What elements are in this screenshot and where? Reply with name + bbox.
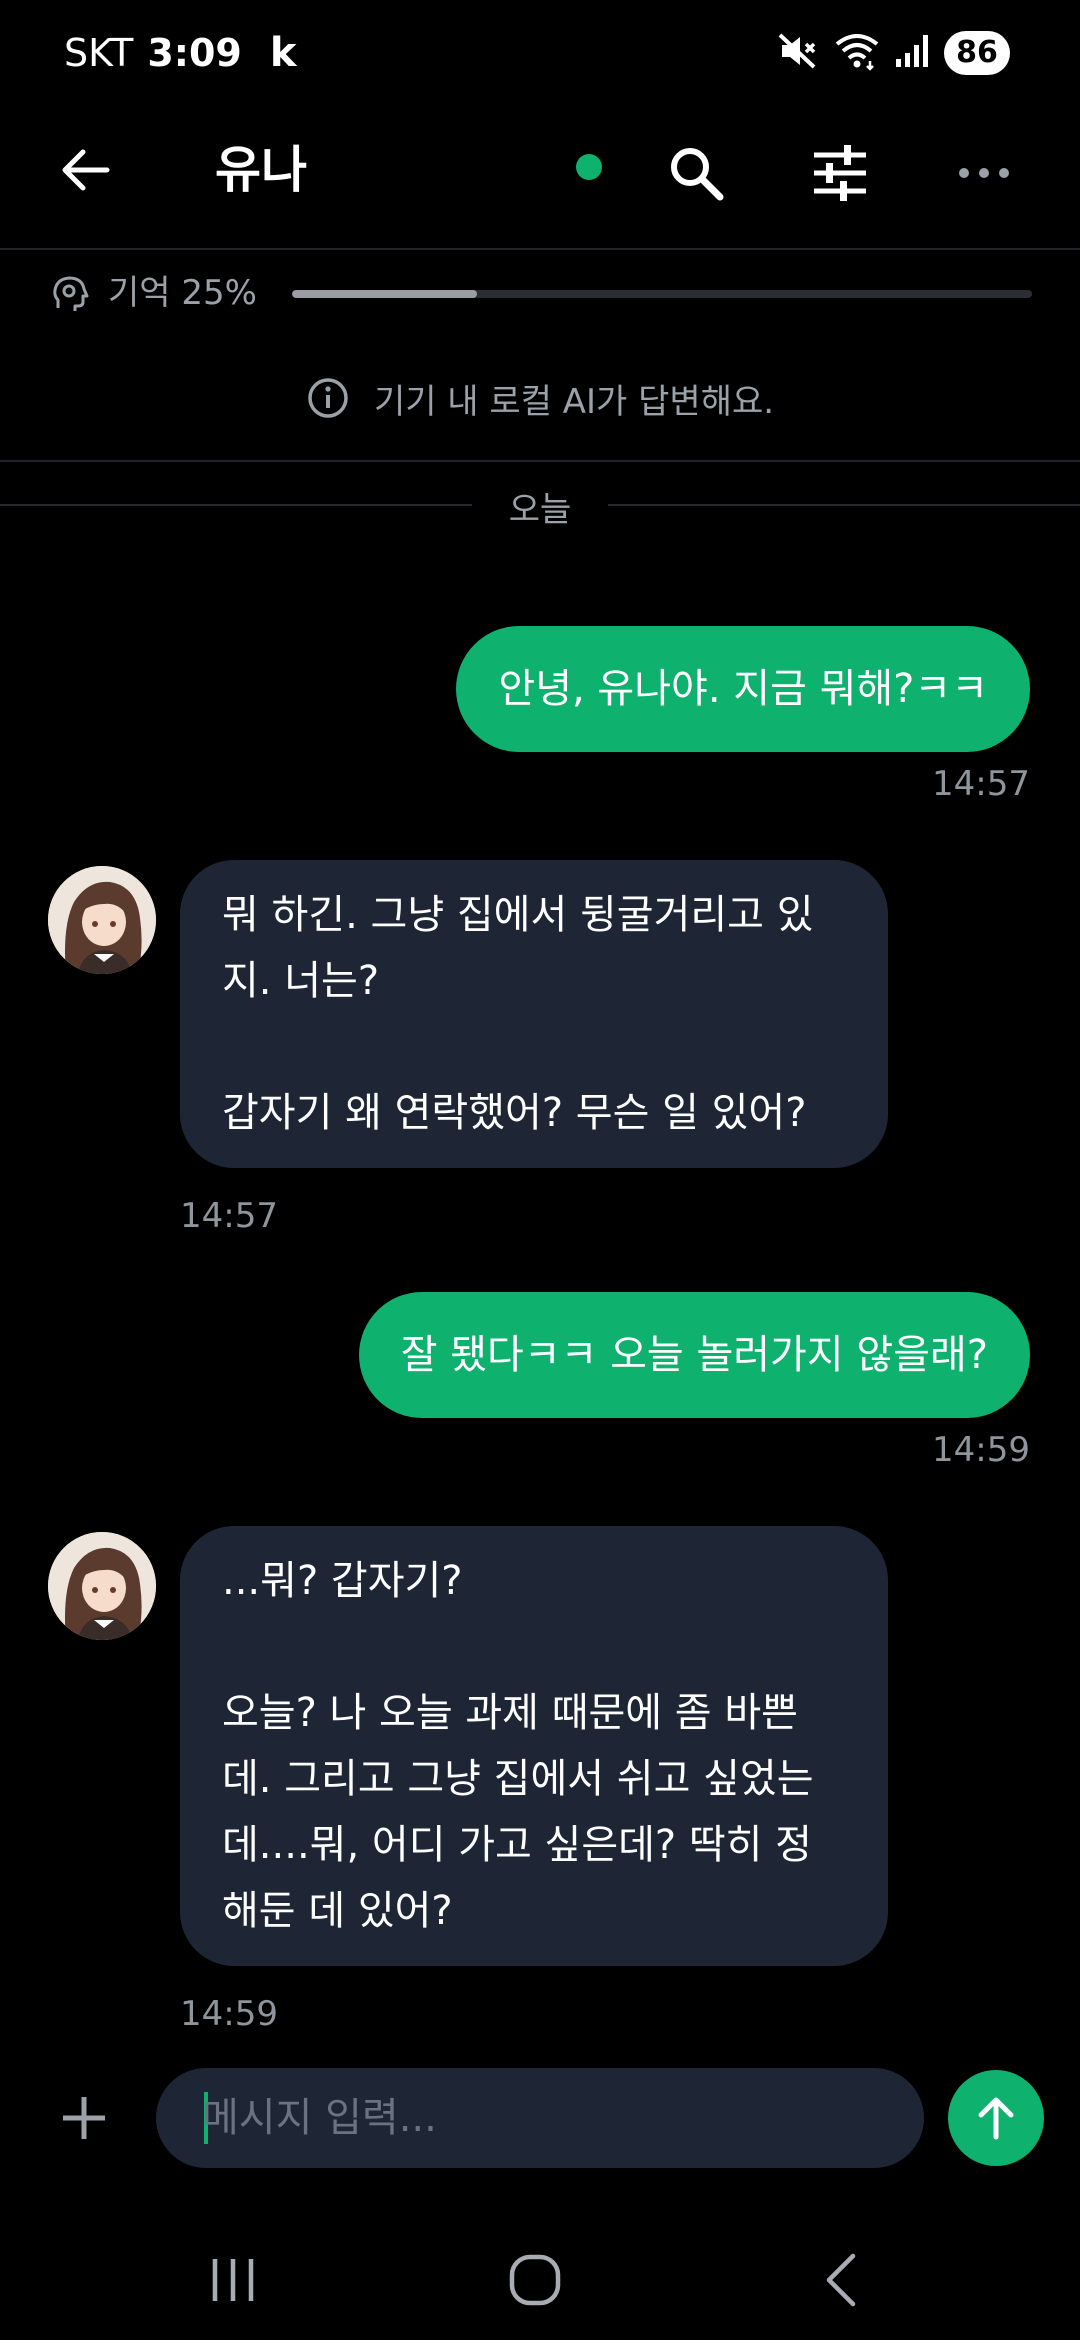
message-composer [0, 2060, 1080, 2176]
date-label: 오늘 [508, 490, 572, 530]
send-button[interactable] [948, 2070, 1044, 2166]
search-button[interactable] [658, 135, 734, 211]
clock: 3:09 [147, 31, 242, 75]
memory-label: 기억 25% [108, 273, 257, 313]
message-time: 14:57 [932, 764, 1030, 804]
tune-icon [814, 145, 866, 201]
character-avatar-icon [48, 1532, 156, 1640]
status-left: SKT 3:09 k [64, 28, 296, 78]
date-separator: 오늘 [0, 474, 1080, 534]
arrow-up-icon [978, 2097, 1014, 2140]
back-button[interactable] [50, 135, 120, 205]
divider [0, 460, 1080, 462]
back-arrow-icon [62, 149, 110, 191]
memory-progress-fill [292, 290, 477, 298]
more-button[interactable] [946, 135, 1022, 211]
search-icon [671, 148, 724, 201]
character-avatar-icon [48, 866, 156, 974]
plus-icon [63, 2097, 105, 2139]
system-nav-bar [0, 2220, 1080, 2340]
recents-button[interactable] [188, 2240, 278, 2320]
system-back-button[interactable] [796, 2240, 886, 2320]
app-notification-icon: k [269, 30, 297, 76]
carrier-label: SKT [64, 31, 134, 75]
avatar[interactable] [48, 1532, 156, 1640]
attach-button[interactable] [48, 2082, 120, 2154]
recents-icon [212, 2259, 254, 2301]
user-message-bubble[interactable]: 안녕, 유나야. 지금 뭐해?ㅋㅋ [456, 626, 1030, 752]
info-icon [308, 378, 348, 418]
message-time: 14:59 [932, 1430, 1030, 1470]
user-message-bubble[interactable]: 잘 됐다ㅋㅋ 오늘 놀러가지 않을래? [358, 1292, 1030, 1418]
message-input[interactable] [202, 2068, 882, 2168]
home-button[interactable] [490, 2240, 580, 2320]
memory-progress-track [292, 290, 1032, 298]
home-icon [509, 2254, 561, 2306]
wifi-icon [834, 31, 880, 75]
chevron-left-icon [826, 2253, 856, 2307]
more-icon [959, 168, 1009, 178]
chat-title: 유나 [215, 141, 307, 199]
local-ai-notice: 기기 내 로컬 AI가 답변해요. [0, 368, 1080, 428]
notice-text: 기기 내 로컬 AI가 답변해요. [373, 381, 775, 422]
message-time: 14:59 [180, 1994, 278, 2034]
memory-indicator: 기억 25% [0, 262, 1080, 324]
mute-icon [776, 31, 820, 75]
ai-message-bubble[interactable]: 뭐 하긴. 그냥 집에서 뒹굴거리고 있 지. 너는? 갑자기 왜 연락했어? … [180, 860, 888, 1168]
chat-header: 유나 [0, 105, 1080, 250]
signal-icon [894, 33, 930, 73]
settings-button[interactable] [802, 135, 878, 211]
message-time: 14:57 [180, 1196, 278, 1236]
brain-head-icon [53, 276, 89, 311]
message-input-container[interactable] [156, 2068, 924, 2168]
status-bar: SKT 3:09 k 86 [0, 0, 1080, 105]
online-status-dot [576, 154, 602, 180]
battery-indicator: 86 [944, 31, 1010, 75]
ai-message-bubble[interactable]: ...뭐? 갑자기? 오늘? 나 오늘 과제 때문에 좀 바쁜 데. 그리고 그… [180, 1526, 888, 1966]
status-right: 86 [776, 28, 1010, 78]
avatar[interactable] [48, 866, 156, 974]
